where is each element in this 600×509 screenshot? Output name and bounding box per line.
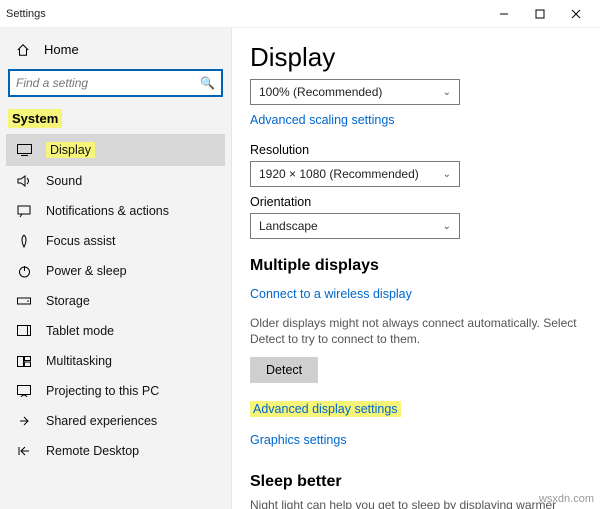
sidebar-item-tablet[interactable]: Tablet mode [6,316,225,346]
search-box[interactable]: 🔍 [8,69,223,97]
category-label: System [6,107,225,134]
sidebar-item-notifications[interactable]: Notifications & actions [6,196,225,226]
orientation-dropdown[interactable]: Landscape ⌄ [250,213,460,239]
home-label: Home [44,42,79,57]
advanced-display-link[interactable]: Advanced display settings [250,401,401,417]
close-button[interactable] [558,0,594,28]
page-heading: Display [250,42,582,73]
orientation-label: Orientation [250,195,582,209]
sidebar-item-remote[interactable]: Remote Desktop [6,436,225,466]
window-controls [486,0,594,28]
storage-icon [16,296,32,306]
home-icon [16,43,30,57]
display-icon [16,144,32,156]
multiple-displays-desc: Older displays might not always connect … [250,315,582,347]
focus-icon [16,234,32,248]
sidebar-item-projecting[interactable]: Projecting to this PC [6,376,225,406]
multitask-icon [16,356,32,367]
sleep-better-desc: Night light can help you get to sleep by… [250,497,582,509]
chevron-down-icon: ⌄ [443,169,451,180]
sidebar-label: Storage [46,294,90,308]
search-input[interactable] [16,76,200,90]
remote-icon [16,445,32,457]
sidebar-label: Display [46,142,95,158]
sidebar-item-multitask[interactable]: Multitasking [6,346,225,376]
sidebar-item-display[interactable]: Display [6,134,225,166]
minimize-button[interactable] [486,0,522,28]
scale-value: 100% (Recommended) [259,85,382,99]
sidebar-item-shared[interactable]: Shared experiences [6,406,225,436]
orientation-value: Landscape [259,219,318,233]
advanced-scaling-link[interactable]: Advanced scaling settings [250,113,395,127]
watermark: wsxdn.com [539,493,594,505]
sleep-better-heading: Sleep better [250,473,582,491]
graphics-settings-link[interactable]: Graphics settings [250,433,347,447]
multiple-displays-heading: Multiple displays [250,257,582,275]
connect-wireless-link[interactable]: Connect to a wireless display [250,287,412,301]
scale-dropdown[interactable]: 100% (Recommended) ⌄ [250,79,460,105]
sidebar: Home 🔍 System Display Sound Notification… [0,28,232,509]
resolution-label: Resolution [250,143,582,157]
maximize-button[interactable] [522,0,558,28]
detect-button[interactable]: Detect [250,357,318,383]
sidebar-label: Notifications & actions [46,204,169,218]
notifications-icon [16,205,32,217]
sidebar-item-power[interactable]: Power & sleep [6,256,225,286]
sidebar-label: Projecting to this PC [46,384,159,398]
resolution-dropdown[interactable]: 1920 × 1080 (Recommended) ⌄ [250,161,460,187]
resolution-value: 1920 × 1080 (Recommended) [259,167,419,181]
sidebar-label: Tablet mode [46,324,114,338]
sidebar-item-storage[interactable]: Storage [6,286,225,316]
home-button[interactable]: Home [6,34,225,65]
power-icon [16,265,32,278]
sidebar-label: Power & sleep [46,264,127,278]
sidebar-nav: Display Sound Notifications & actions Fo… [6,134,225,466]
sidebar-label: Remote Desktop [46,444,139,458]
sidebar-item-sound[interactable]: Sound [6,166,225,196]
sidebar-label: Multitasking [46,354,112,368]
sidebar-label: Focus assist [46,234,115,248]
sidebar-label: Sound [46,174,82,188]
chevron-down-icon: ⌄ [443,221,451,232]
content: Display 100% (Recommended) ⌄ Advanced sc… [232,28,600,509]
sidebar-label: Shared experiences [46,414,157,428]
shared-icon [16,415,32,427]
projecting-icon [16,385,32,397]
chevron-down-icon: ⌄ [443,87,451,98]
tablet-icon [16,325,32,337]
sidebar-item-focus[interactable]: Focus assist [6,226,225,256]
sound-icon [16,175,32,187]
titlebar: Settings [0,0,600,28]
search-icon: 🔍 [200,76,215,90]
window-title: Settings [6,8,46,20]
